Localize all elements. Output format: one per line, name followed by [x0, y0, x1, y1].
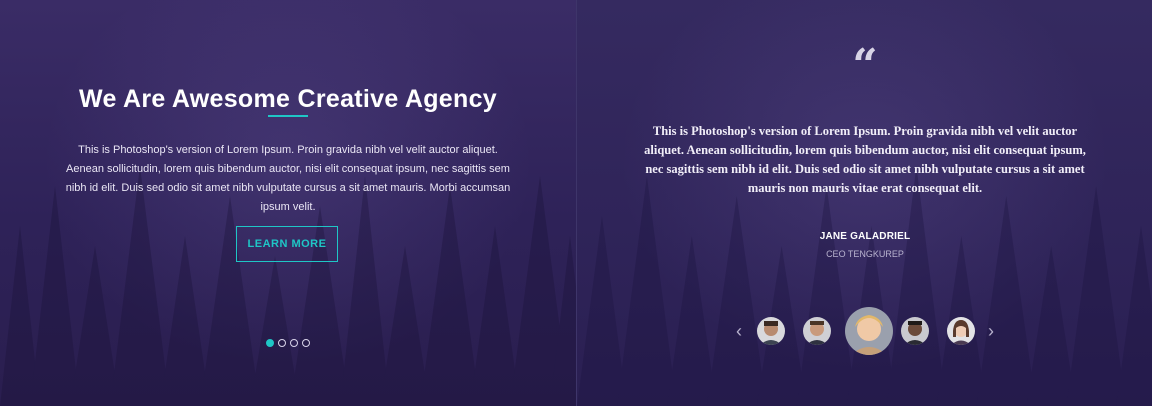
- slide-dot-4[interactable]: [302, 339, 310, 347]
- avatar-face: [757, 317, 785, 345]
- page: We Are Awesome Creative Agency This is P…: [0, 0, 1152, 406]
- slide-dot-1[interactable]: [266, 339, 274, 347]
- avatar[interactable]: [803, 317, 831, 345]
- slider-pagination: [266, 339, 310, 347]
- quote-icon: “: [852, 40, 878, 91]
- avatar-face: [947, 317, 975, 345]
- avatar[interactable]: [757, 317, 785, 345]
- avatar-active[interactable]: [845, 307, 893, 355]
- avatar[interactable]: [947, 317, 975, 345]
- learn-more-button[interactable]: LEARN MORE: [236, 226, 338, 262]
- slide-dot-2[interactable]: [278, 339, 286, 347]
- avatar-carousel: ‹ ›: [733, 307, 997, 355]
- testimonial-quote: This is Photoshop's version of Lorem Ips…: [644, 124, 1086, 195]
- title-divider: [268, 115, 308, 117]
- hero-title: We Are Awesome Creative Agency: [79, 84, 497, 113]
- testimonial-author: JANE GALADRIEL: [819, 231, 911, 242]
- avatar-face: [803, 317, 831, 345]
- avatar-face: [901, 317, 929, 345]
- hero-description: This is Photoshop's version of Lorem Ips…: [65, 144, 511, 213]
- chevron-right-icon[interactable]: ›: [985, 321, 997, 341]
- chevron-left-icon[interactable]: ‹: [733, 321, 745, 341]
- avatar[interactable]: [901, 317, 929, 345]
- testimonial-role: CEO TENGKUREP: [826, 249, 904, 259]
- avatar-face: [845, 307, 893, 355]
- testimonial-slider: “ This is Photoshop's version of Lorem I…: [576, 0, 1152, 406]
- slide-dot-3[interactable]: [290, 339, 298, 347]
- hero-slider: We Are Awesome Creative Agency This is P…: [0, 0, 576, 406]
